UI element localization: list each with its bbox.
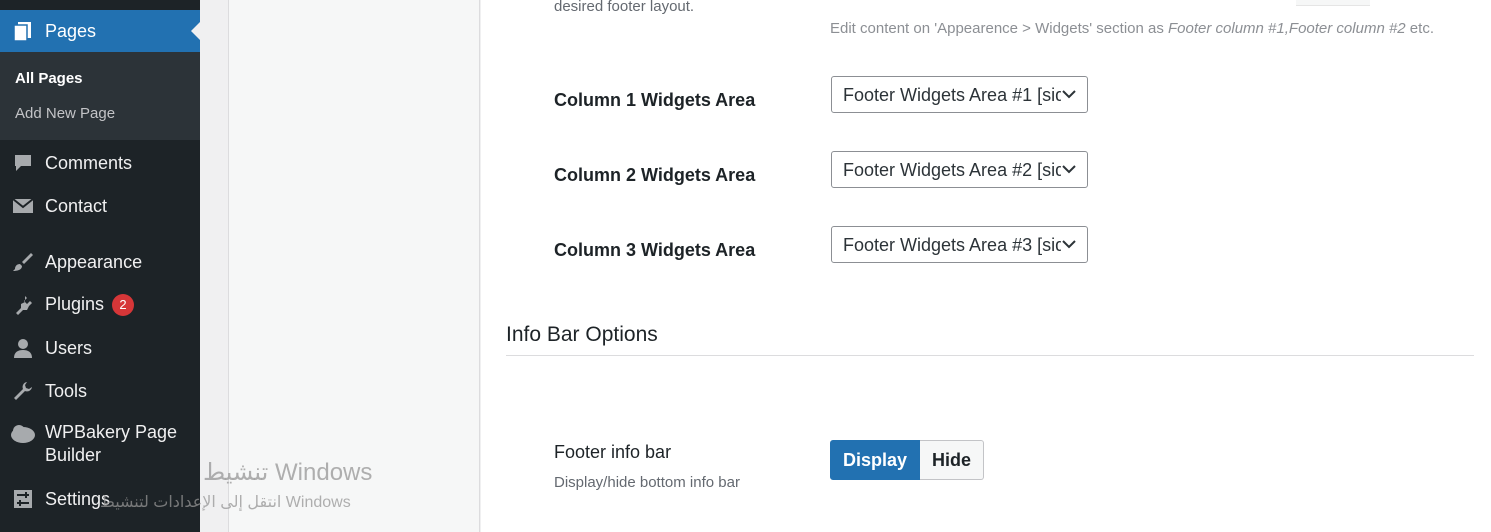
- hide-button[interactable]: Hide: [920, 440, 985, 480]
- column-2-label: Column 2 Widgets Area: [554, 165, 756, 185]
- section-divider: [506, 355, 1474, 356]
- menu-label-tools: Tools: [45, 380, 88, 401]
- display-button[interactable]: Display: [830, 440, 921, 480]
- comment-bubble-icon: [10, 150, 36, 176]
- column-1-label: Column 1 Widgets Area: [554, 90, 756, 110]
- menu-item-pages[interactable]: Pages: [0, 10, 200, 52]
- menu-label-appearance: Appearance: [45, 251, 143, 272]
- user-icon: [10, 335, 36, 361]
- column-3-select-value: Footer Widgets Area #3 [sid: [843, 235, 1061, 255]
- column-3-widgets-select[interactable]: Footer Widgets Area #3 [sid: [831, 226, 1088, 263]
- footer-widgets-hint: Edit content on 'Appearence > Widgets' s…: [830, 20, 1434, 37]
- plug-icon: [10, 292, 36, 318]
- current-menu-arrow: [191, 22, 200, 40]
- wpbakery-line-2: Builder: [45, 445, 102, 465]
- plugins-text: Plugins: [45, 293, 105, 314]
- top-field-stub: [1296, 0, 1370, 6]
- chevron-down-icon: [1062, 240, 1076, 249]
- hint-prefix: Edit content on 'Appearence > Widgets' s…: [830, 20, 1169, 37]
- submenu-all-pages[interactable]: All Pages: [15, 70, 83, 87]
- menu-item-plugins[interactable]: Plugins 2: [0, 292, 200, 318]
- column-1-widgets-select[interactable]: Footer Widgets Area #1 [sid: [831, 76, 1088, 113]
- hint-italic: Footer column #1,Footer column #2: [1168, 20, 1406, 37]
- chevron-down-icon: [1062, 165, 1076, 174]
- section-title-info-bar: Info Bar Options: [506, 323, 658, 346]
- menu-item-tools[interactable]: Tools: [0, 378, 200, 404]
- settings-sliders-icon: [10, 486, 36, 512]
- footer-info-bar-label: Footer info bar: [554, 442, 672, 462]
- paintbrush-icon: [10, 249, 36, 275]
- footer-info-bar-description: Display/hide bottom info bar: [554, 474, 740, 491]
- menu-item-appearance[interactable]: Appearance: [0, 249, 200, 275]
- submenu-add-new-page[interactable]: Add New Page: [15, 105, 115, 122]
- options-tabs-panel: [228, 0, 480, 532]
- content-gutter: [200, 0, 228, 532]
- menu-item-users[interactable]: Users: [0, 335, 200, 361]
- menu-label-comments: Comments: [45, 152, 133, 173]
- info-bar-toggle-group: Display Hide: [830, 440, 985, 480]
- admin-sidebar: Pages All Pages Add New Page Comments Co…: [0, 0, 200, 532]
- menu-item-comments[interactable]: Comments: [0, 150, 200, 176]
- menu-label-contact: Contact: [45, 195, 108, 216]
- windows-activation-title: تنشيط Windows: [203, 459, 373, 486]
- footer-layout-description: desired footer layout.: [554, 0, 695, 15]
- column-2-select-value: Footer Widgets Area #2 [sid: [843, 160, 1061, 180]
- pages-submenu: All Pages Add New Page: [0, 52, 200, 140]
- chevron-down-icon: [1062, 90, 1076, 99]
- wpbakery-line-1: WPBakery Page: [45, 422, 178, 442]
- menu-label-pages: Pages: [45, 20, 97, 41]
- cloud-icon: [10, 421, 36, 447]
- plugins-update-badge: 2: [112, 294, 135, 317]
- wrench-icon: [10, 378, 36, 404]
- menu-item-contact[interactable]: Contact: [0, 193, 200, 219]
- column-2-widgets-select[interactable]: Footer Widgets Area #2 [sid: [831, 151, 1088, 188]
- hint-suffix: etc.: [1405, 20, 1434, 37]
- column-3-label: Column 3 Widgets Area: [554, 240, 756, 260]
- menu-label-users: Users: [45, 337, 93, 358]
- menu-label-wpbakery: WPBakery Page Builder: [45, 421, 177, 467]
- menu-item-wpbakery[interactable]: WPBakery Page Builder: [0, 421, 200, 469]
- column-1-select-value: Footer Widgets Area #1 [sid: [843, 85, 1061, 105]
- menu-label-plugins: Plugins 2: [45, 293, 135, 317]
- pages-icon: [10, 18, 36, 44]
- envelope-icon: [10, 193, 36, 219]
- windows-activation-subtitle: انتقل إلى الإعدادات لتنشيط Windows: [100, 494, 351, 511]
